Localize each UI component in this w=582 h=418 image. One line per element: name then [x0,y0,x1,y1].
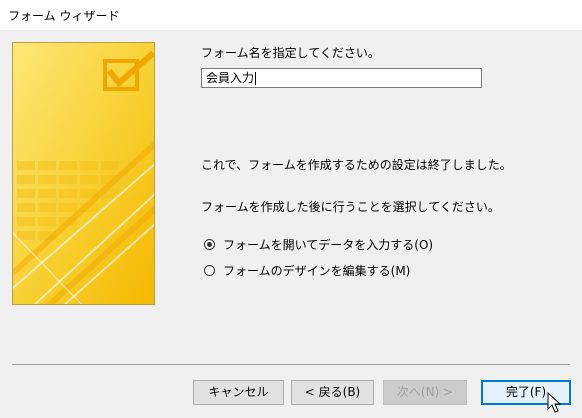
form-name-value: 会員入力 [206,71,255,85]
radio-unselected-icon[interactable] [204,265,215,276]
text-caret [255,72,257,85]
wizard-window: フォーム ウィザード フォーム名を指定してください。 会員入力 これで、フォーム… [0,0,582,418]
back-button[interactable]: < 戻る(B) [291,380,374,405]
option-open-form[interactable]: フォームを開いてデータを入力する(O) [204,236,433,253]
option-edit-design[interactable]: フォームのデザインを編集する(M) [204,262,410,279]
wizard-illustration [12,42,155,305]
option-edit-design-label: フォームのデザインを編集する(M) [223,264,411,278]
cancel-button[interactable]: キャンセル [193,380,284,405]
mouse-pointer-icon [547,392,561,413]
next-button[interactable]: 次へ(N) > [383,380,467,405]
next-action-prompt: フォームを作成した後に行うことを選択してください。 [201,200,500,214]
divider [12,364,570,365]
form-name-label: フォーム名を指定してください。 [201,46,380,60]
title-bar: フォーム ウィザード [0,0,582,30]
completion-message: これで、フォームを作成するための設定は終了しました。 [201,158,512,172]
window-title: フォーム ウィザード [8,9,120,23]
option-open-form-label: フォームを開いてデータを入力する(O) [223,238,434,252]
form-name-input[interactable]: 会員入力 [201,68,482,88]
radio-selected-icon[interactable] [204,239,215,250]
